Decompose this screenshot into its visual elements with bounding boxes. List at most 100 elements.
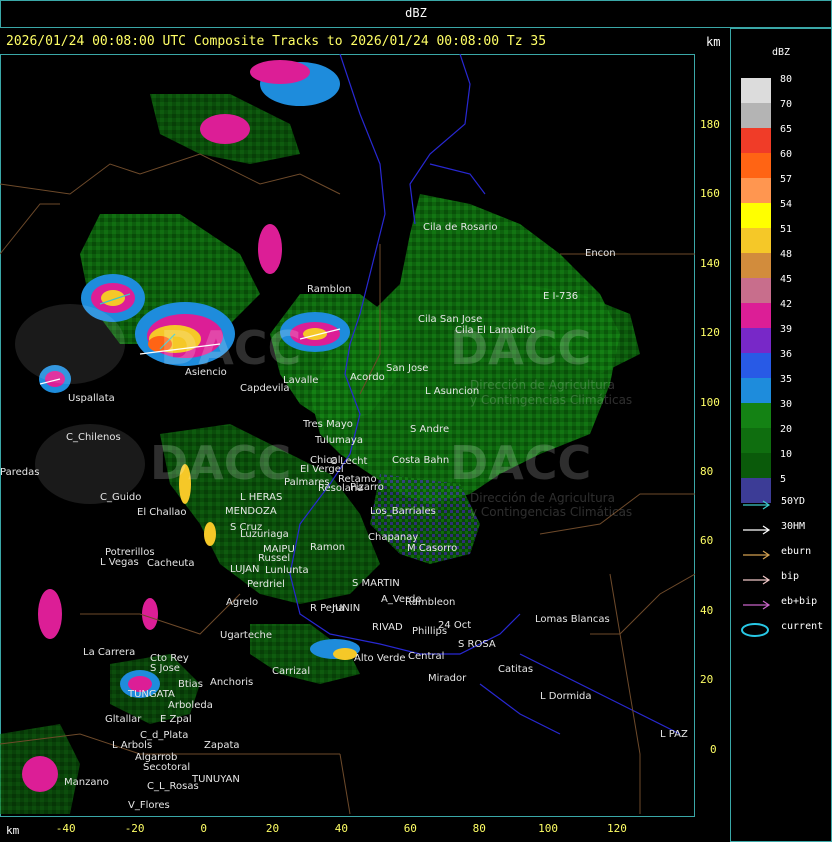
- x-axis-tick-label: -40: [55, 822, 76, 835]
- track-legend-label: 30HM: [781, 521, 806, 532]
- x-axis-tick-label: 120: [607, 822, 627, 835]
- x-axis-tick-label: 100: [538, 822, 558, 835]
- dbz-swatch: [741, 278, 771, 303]
- dbz-swatch: [741, 228, 771, 253]
- place-label: Tres Mayo: [302, 419, 353, 430]
- y-axis-tick-label: 180: [700, 118, 720, 131]
- y-axis-unit-label: km: [706, 35, 721, 49]
- track-legend-item: 50YD: [741, 496, 831, 512]
- dbz-swatch-label: 35: [780, 374, 793, 385]
- place-label: Manzano: [64, 777, 109, 788]
- dbz-swatch-label: 36: [780, 349, 793, 360]
- track-legend-label: 50YD: [781, 496, 806, 507]
- y-axis-tick-label: 60: [700, 534, 714, 548]
- x-axis-tick-label: 60: [403, 822, 417, 835]
- place-label: Lomas Blancas: [535, 614, 610, 625]
- place-label: C_Guido: [100, 492, 141, 503]
- place-label: Tulumaya: [314, 435, 363, 446]
- place-label: Luzuriaga: [240, 529, 289, 540]
- x-axis-tick-label: 80: [472, 822, 486, 835]
- place-label: RIVAD: [372, 622, 403, 633]
- place-label: E Zpal: [160, 714, 192, 725]
- place-label: MENDOZA: [225, 506, 277, 517]
- y-axis-tick-label: 140: [700, 256, 720, 270]
- place-label: S Jose: [150, 663, 180, 674]
- place-label: Central: [408, 651, 444, 662]
- place-label: JUNIN: [331, 603, 360, 614]
- watermark-tagline-c: Dirección de Agricultura: [470, 491, 615, 505]
- place-label: Cila El Lamadito: [455, 325, 536, 336]
- place-label: L Dormida: [540, 691, 592, 702]
- place-label: Lavalle: [283, 375, 318, 386]
- track-legend-item: bip: [741, 571, 831, 587]
- dbz-swatch-label: 51: [780, 224, 793, 235]
- track-arrow-icon: [743, 575, 771, 585]
- dbz-swatch: [741, 428, 771, 453]
- place-label: L PAZ: [660, 729, 688, 740]
- dbz-swatch-label: 48: [780, 249, 793, 260]
- place-label: Zapata: [204, 740, 240, 751]
- dbz-swatch: [741, 328, 771, 353]
- place-label: Arboleda: [168, 700, 213, 711]
- dbz-swatch: [741, 378, 771, 403]
- place-label: El Challao: [137, 507, 187, 518]
- dbz-swatch: [741, 453, 771, 478]
- header-timestamp: 2026/01/24 00:08:00 UTC Composite Tracks…: [6, 34, 547, 49]
- place-label: Rambleon: [405, 597, 455, 608]
- place-label: Gltallar: [105, 714, 142, 725]
- track-legend-item: current: [741, 621, 831, 637]
- dbz-swatch-label: 80: [780, 74, 793, 85]
- place-label: Paredas: [0, 467, 39, 478]
- y-axis-tick-label: 160: [700, 187, 720, 201]
- place-label: M Casorro: [407, 543, 457, 554]
- place-label: 24 Oct: [438, 620, 471, 631]
- place-label: Ugarteche: [220, 630, 272, 641]
- place-label: S Andre: [410, 424, 449, 435]
- dbz-swatch-label: 65: [780, 124, 793, 135]
- place-label: L Arbols: [112, 740, 152, 751]
- place-label: Chapanay: [368, 532, 418, 543]
- dbz-swatch-label: 57: [780, 174, 793, 185]
- place-label: Agrelo: [226, 597, 258, 608]
- dbz-swatch: [741, 403, 771, 428]
- dbz-swatch-label: 10: [780, 449, 793, 460]
- dbz-swatch: [741, 353, 771, 378]
- place-label: Cila de Rosario: [423, 222, 498, 233]
- place-label: Costa Bahn: [392, 455, 449, 466]
- dbz-swatch-label: 70: [780, 99, 793, 110]
- place-label: Acordo: [350, 372, 385, 383]
- place-label: Ramon: [310, 542, 345, 553]
- top-title: dBZ: [405, 6, 427, 20]
- dbz-swatch: [741, 303, 771, 328]
- place-label: Asiencio: [185, 367, 227, 378]
- track-arrow-icon: [743, 500, 771, 510]
- place-label: L Vegas: [100, 557, 139, 568]
- y-axis-tick-label: 0: [710, 742, 717, 756]
- place-label: E I-736: [543, 291, 578, 302]
- track-legend-item: eb+bip: [741, 596, 831, 612]
- dbz-swatch: [741, 253, 771, 278]
- place-label: Catitas: [498, 664, 533, 675]
- x-axis-tick-label: 40: [334, 822, 349, 835]
- legend-title: dBZ: [772, 47, 791, 58]
- track-legend-label: eburn: [781, 546, 812, 557]
- track-arrow-icon: [743, 550, 771, 560]
- track-legend-label: bip: [781, 571, 800, 582]
- track-legend-label: current: [781, 621, 824, 632]
- x-axis-unit-label: km: [6, 824, 20, 837]
- current-cell-ring-icon: [741, 623, 769, 637]
- place-label: Encon: [585, 248, 616, 259]
- dbz-swatch: [741, 203, 771, 228]
- dbz-swatch-label: 5: [780, 474, 787, 485]
- track-legend-item: eburn: [741, 546, 831, 562]
- place-label: Anchoris: [210, 677, 253, 688]
- place-label: LUJAN: [230, 564, 260, 575]
- place-label: Mirador: [428, 673, 467, 684]
- dbz-swatch: [741, 178, 771, 203]
- track-legend-item: 30HM: [741, 521, 831, 537]
- watermark-logo-text-4: DACC: [450, 436, 591, 490]
- place-label: Cila San Jose: [418, 314, 482, 325]
- radar-map[interactable]: DACC DACC Dirección de Agricultura y Con…: [0, 54, 695, 817]
- y-axis-tick-label: 120: [700, 326, 720, 340]
- place-label: Alto Verde: [354, 653, 406, 664]
